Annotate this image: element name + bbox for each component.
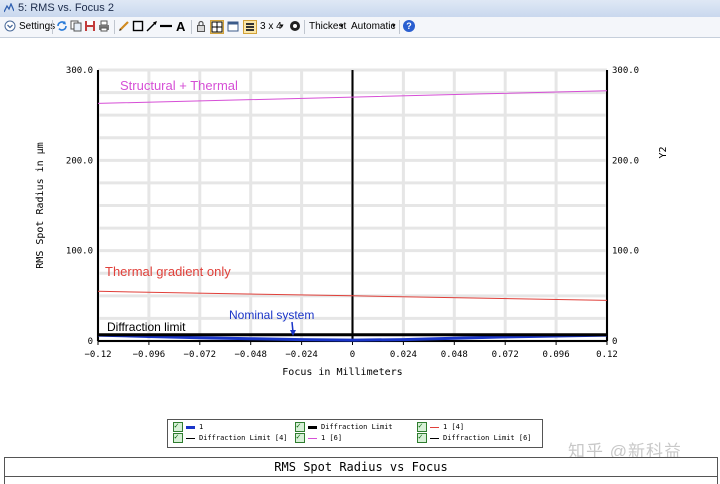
x-tick-label: 0 (350, 350, 355, 360)
chart-annotation: Thermal gradient only (105, 264, 231, 279)
y-tick-label: 300.0 (66, 66, 93, 76)
y-tick-label: 0 (88, 337, 93, 347)
legend-swatch (308, 437, 317, 439)
y-axis-title: RMS Spot Radius in µm (35, 142, 46, 268)
rms-vs-focus-chart: −0.12 −0.096 −0.072 −0.048 −0.024 0 0.024 0.048… (35, 66, 669, 378)
chart-annotation: Structural + Thermal (120, 78, 238, 93)
legend-item[interactable]: Diffraction Limit [4] (173, 431, 288, 444)
legend-checkbox-icon[interactable] (173, 431, 183, 443)
legend-label: 1 [6] (321, 434, 343, 442)
legend-label: Diffraction Limit (321, 423, 393, 431)
x-tick-label: −0.072 (184, 350, 217, 360)
x-tick-label: −0.12 (84, 350, 111, 360)
legend-label: 1 [4] (443, 423, 465, 431)
legend-label: Diffraction Limit [4] (199, 434, 288, 442)
x-tick-label: −0.024 (285, 350, 318, 360)
chart-annotation: Nominal system (229, 308, 314, 322)
x-tick-label: 0.096 (543, 350, 570, 360)
y-tick-label: 100.0 (66, 247, 93, 257)
legend-checkbox-icon[interactable] (295, 431, 305, 443)
legend-label: Diffraction Limit [6] (443, 434, 532, 442)
y2-tick-label: 300.0 (612, 66, 639, 76)
legend-item[interactable]: Diffraction Limit [6] (417, 431, 532, 444)
legend-item[interactable]: Diffraction Limit (295, 420, 393, 433)
legend-swatch (186, 437, 195, 439)
y-tick-label: 200.0 (66, 156, 93, 166)
x-tick-label: −0.096 (133, 350, 166, 360)
table-title: RMS Spot Radius vs Focus (274, 460, 448, 474)
legend-swatch (430, 437, 439, 439)
legend-swatch (186, 425, 195, 429)
legend-item[interactable]: 1 [6] (295, 431, 343, 444)
y2-tick-label: 100.0 (612, 247, 639, 257)
x-tick-label: 0.12 (596, 350, 618, 360)
x-tick-label: 0.048 (441, 350, 468, 360)
chart-annotation: Diffraction limit (107, 320, 186, 334)
y2-tick-label: 200.0 (612, 156, 639, 166)
legend-swatch (308, 425, 317, 429)
x-tick-label: 0.072 (492, 350, 519, 360)
x-axis-title: Focus in Millimeters (282, 367, 402, 378)
summary-table: RMS Spot Radius vs Focus (4, 457, 718, 484)
legend-swatch (430, 426, 439, 428)
y2-axis-title: Y2 (658, 146, 669, 158)
y2-tick-label: 0 (612, 337, 617, 347)
x-tick-label: −0.048 (234, 350, 267, 360)
legend-checkbox-icon[interactable] (417, 431, 427, 443)
x-tick-label: 0.024 (390, 350, 417, 360)
legend-item[interactable]: 1 [4] (417, 420, 465, 433)
legend-label: 1 (199, 423, 204, 431)
table-divider (5, 476, 717, 477)
chart-legend: 1 Diffraction Limit 1 [4] Diffraction Li… (167, 419, 543, 448)
